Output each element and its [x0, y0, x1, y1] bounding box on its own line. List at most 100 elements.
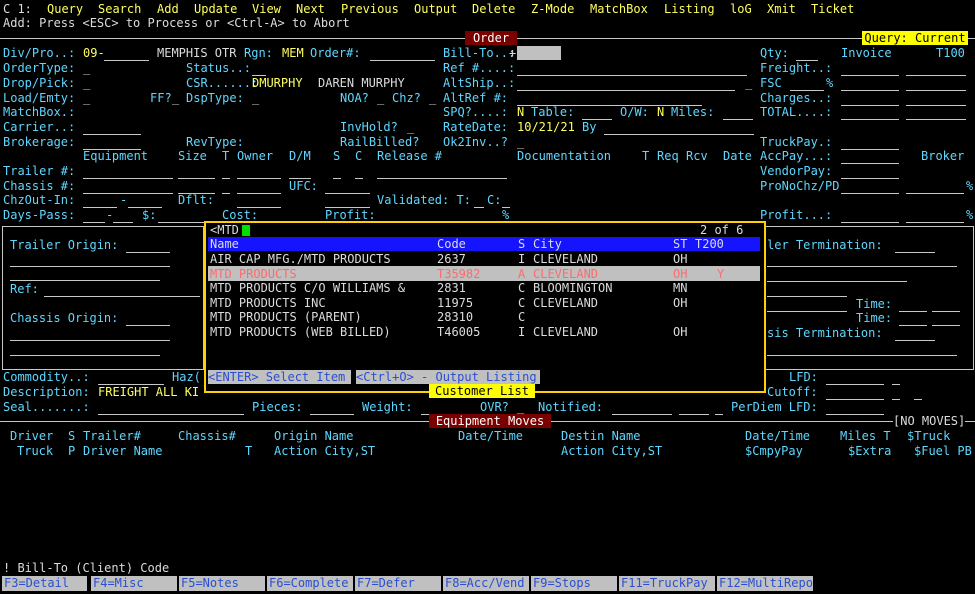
div-pro-field[interactable]: 09- [83, 46, 105, 60]
ctrl-output-hint[interactable]: <Ctrl+O> - Output Listing [356, 370, 540, 384]
chassis-origin-field[interactable] [126, 325, 170, 326]
chassis-termination-field[interactable] [895, 340, 935, 341]
trailer-origin-field[interactable] [126, 252, 170, 253]
time2-field[interactable] [899, 325, 927, 326]
menu-item-search[interactable]: Search [98, 2, 141, 16]
validated-t-field[interactable] [474, 207, 484, 208]
profit-right-field-2[interactable] [906, 222, 964, 223]
dollar-field[interactable] [158, 222, 208, 223]
load-empty-field[interactable]: _ [83, 91, 90, 105]
dayspass-field-2[interactable] [113, 222, 133, 223]
fkey-f6[interactable]: F6=Complete [267, 576, 353, 591]
cutoff-field-3[interactable] [914, 399, 922, 400]
menu-item-xmit[interactable]: Xmit [767, 2, 796, 16]
freight-field[interactable] [841, 75, 899, 76]
menu-item-listing[interactable]: Listing [664, 2, 715, 16]
chassis-origin-line3[interactable] [10, 355, 160, 356]
chassis-field[interactable] [83, 193, 173, 194]
ratedate-field[interactable]: 10/21/21 [517, 120, 575, 134]
freight-field-2[interactable] [906, 75, 966, 76]
trailer-termination-line2[interactable] [767, 266, 957, 267]
ovr-field[interactable]: _ [517, 400, 524, 414]
carrier-field[interactable] [83, 134, 141, 135]
fkey-f9[interactable]: F9=Stops [531, 576, 617, 591]
enter-select-hint[interactable]: <ENTER> Select Item [208, 370, 351, 384]
trailer-termination-line3[interactable] [767, 281, 907, 282]
profit-right-field[interactable] [841, 222, 899, 223]
ow-field[interactable]: N [657, 105, 664, 119]
trailer-size-field[interactable] [178, 178, 215, 179]
menu-item-add[interactable]: Add [157, 2, 179, 16]
ff-field[interactable]: _ [172, 91, 179, 105]
total-field[interactable] [841, 119, 899, 120]
invhold-field[interactable]: _ [407, 120, 414, 134]
origin-ref-field[interactable] [44, 296, 200, 297]
fsc-amount-field-2[interactable] [906, 90, 966, 91]
charges-field[interactable] [841, 105, 899, 106]
altship-field[interactable] [517, 90, 735, 91]
time2-field-2[interactable] [932, 325, 960, 326]
chassis-owner-field[interactable] [237, 193, 281, 194]
total-field-2[interactable] [906, 119, 966, 120]
cutoff-field[interactable] [826, 399, 884, 400]
truckpay-field[interactable] [841, 149, 899, 150]
menu-item-query[interactable]: Query [47, 2, 83, 16]
time2-date-field[interactable] [767, 311, 847, 312]
bill-to-field[interactable] [517, 46, 561, 60]
notified-field-3[interactable] [715, 414, 723, 415]
trailer-termination-line4[interactable] [767, 296, 847, 297]
time1-field[interactable] [899, 311, 927, 312]
trailer-field[interactable] [83, 178, 173, 179]
pieces-field[interactable] [310, 414, 354, 415]
fkey-f4[interactable]: F4=Misc [91, 576, 177, 591]
charges-field-2[interactable] [906, 105, 966, 106]
order-number-field[interactable] [370, 60, 435, 61]
trailer-origin-line2[interactable] [10, 266, 170, 267]
perdiem-field[interactable] [826, 414, 884, 415]
noa-field[interactable]: _ [377, 91, 384, 105]
notified-field-2[interactable] [679, 414, 709, 415]
chassis-origin-line2[interactable] [10, 340, 170, 341]
trailer-owner-field[interactable] [237, 178, 281, 179]
trailer-termination-field[interactable] [895, 252, 935, 253]
spq-field[interactable]: N [517, 105, 524, 119]
menu-item-next[interactable]: Next [296, 2, 325, 16]
trailer-t-field[interactable] [222, 178, 230, 179]
fkey-f3[interactable]: F3=Detail [2, 576, 87, 591]
pronochz-field[interactable] [841, 193, 899, 194]
trailer-c-field[interactable] [355, 178, 363, 179]
description-field[interactable]: FREIGHT ALL KI [98, 385, 199, 399]
menu-item-output[interactable]: Output [414, 2, 457, 16]
chassis-termination-line2[interactable] [767, 355, 957, 356]
menu-item-delete[interactable]: Delete [472, 2, 515, 16]
csr-field[interactable]: DMURPHY [252, 76, 303, 90]
menu-item-z-mode[interactable]: Z-Mode [531, 2, 574, 16]
trailer-release-field[interactable] [377, 178, 507, 179]
cutoff-field-2[interactable] [892, 399, 900, 400]
trailer-s-field[interactable] [333, 178, 341, 179]
altship-flag[interactable]: _ [745, 76, 752, 90]
ok2inv-field[interactable]: _ [517, 135, 524, 149]
menu-item-log[interactable]: loG [730, 2, 752, 16]
notified-field[interactable] [612, 414, 672, 415]
fkey-f8[interactable]: F8=Acc/Vend [443, 576, 529, 591]
menu-item-view[interactable]: View [252, 2, 281, 16]
menu-item-update[interactable]: Update [194, 2, 237, 16]
fkey-f7[interactable]: F7=Defer [355, 576, 441, 591]
menu-item-previous[interactable]: Previous [341, 2, 399, 16]
chassis-t-field[interactable] [222, 193, 230, 194]
time1-field-2[interactable] [932, 311, 960, 312]
fkey-f5[interactable]: F5=Notes [179, 576, 265, 591]
dayspass-field[interactable] [83, 222, 105, 223]
drop-pick-field[interactable]: _ [83, 76, 90, 90]
by-field[interactable] [604, 134, 754, 135]
ufc-field[interactable] [325, 193, 370, 194]
chz-field[interactable]: _ [429, 91, 436, 105]
trailer-origin-line3[interactable] [10, 280, 160, 281]
menu-item-ticket[interactable]: Ticket [811, 2, 854, 16]
accpay-field[interactable] [841, 163, 899, 164]
lfd-field[interactable] [826, 384, 884, 385]
fsc-amount-field[interactable] [841, 90, 899, 91]
rgn-field[interactable]: MEM [282, 46, 304, 60]
seal-field[interactable] [98, 414, 244, 415]
